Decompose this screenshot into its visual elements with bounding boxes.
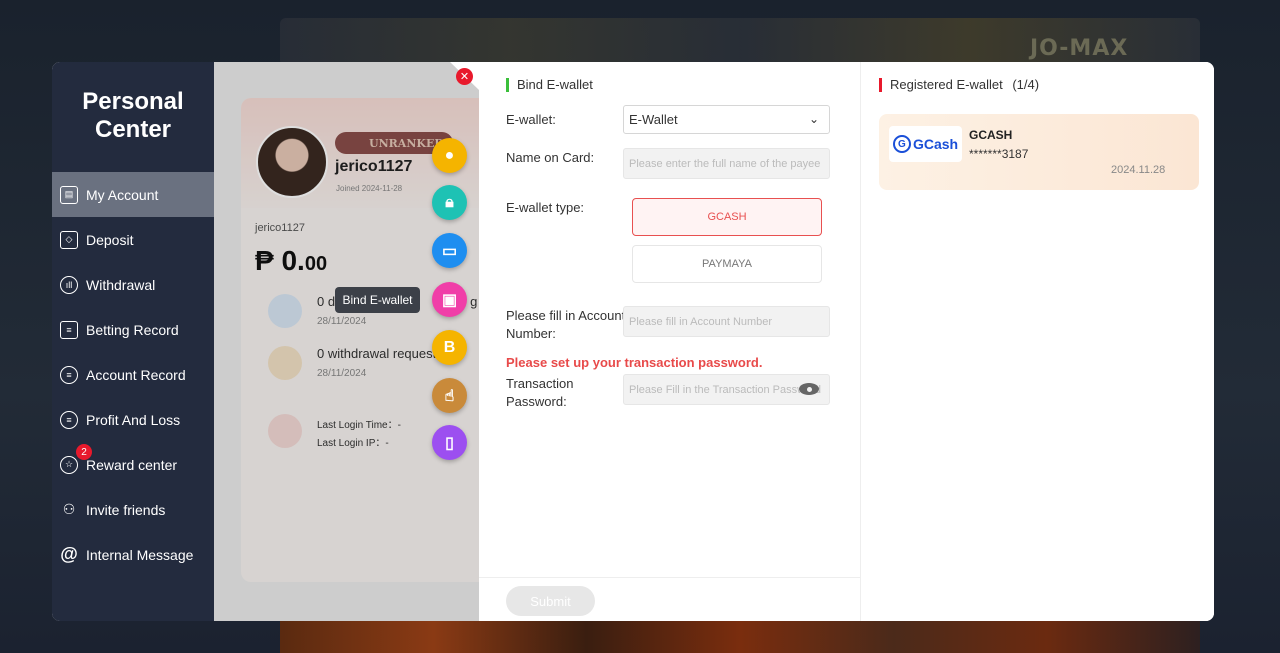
invite-icon: ⚇ [62, 501, 76, 517]
security-bubble-button[interactable]: 🔒︎ [432, 185, 467, 220]
form-footer: Submit [479, 577, 860, 621]
sidebar-item-label: My Account [86, 186, 159, 203]
ewallet-date: 2024.11.28 [1111, 164, 1166, 176]
game-thumbnail-strip [280, 620, 1200, 653]
transaction-password-warning[interactable]: Please set up your transaction password. [506, 355, 762, 370]
chevron-down-icon: ⌄ [808, 112, 819, 126]
ewallet-bubble-button[interactable]: ▣ [432, 282, 467, 317]
transaction-password-label-line1: Transaction [506, 376, 574, 391]
bind-ewallet-tooltip: Bind E-wallet [335, 287, 420, 313]
brand-logo: JO-MAX [1030, 36, 1129, 61]
account-number-label-line1: Please fill in Account [506, 308, 626, 323]
sidebar-item-profit-loss[interactable]: ≡ Profit And Loss [52, 397, 214, 442]
deposit-icon: ◇ [60, 230, 78, 249]
bitcoin-icon: B [443, 338, 456, 356]
gcash-g-icon: G [892, 135, 911, 153]
eye-icon[interactable] [799, 383, 819, 395]
close-button[interactable]: ✕ [456, 68, 473, 85]
sidebar-item-label: Internal Message [86, 546, 194, 563]
profile-bubble-button[interactable]: ● [432, 138, 467, 173]
ewallet-select[interactable]: E-Wallet ⌄ [623, 105, 830, 134]
gcash-logo: G GCash [889, 126, 962, 162]
sidebar-item-label: Deposit [86, 231, 134, 248]
pointer-hand-icon: ☝︎ [444, 387, 455, 405]
sidebar-item-betting-record[interactable]: ≡ Betting Record [52, 307, 214, 352]
bank-card-icon: ▭ [441, 242, 458, 260]
sidebar-item-withdrawal[interactable]: ıll Withdrawal [52, 262, 214, 307]
submit-button[interactable]: Submit [506, 586, 595, 616]
sidebar-item-label: Withdrawal [86, 276, 156, 293]
transaction-password-label: Transaction Password: [506, 375, 573, 411]
keypad-bubble-button[interactable]: ☝︎ [432, 378, 467, 413]
sidebar: Personal Center ▤ My Account ◇ Deposit ı… [52, 62, 214, 621]
profit-loss-icon: ≡ [60, 410, 78, 429]
at-icon: @ [60, 544, 78, 564]
name-on-card-input[interactable]: Please enter the full name of the payee [623, 148, 830, 179]
sidebar-item-invite-friends[interactable]: ⚇ Invite friends [52, 487, 214, 532]
bind-ewallet-form: Bind E-wallet E-wallet: E-Wallet ⌄ Name … [479, 62, 860, 621]
reward-badge: 2 [76, 444, 92, 460]
sidebar-item-label: Betting Record [86, 321, 179, 338]
sidebar-item-label: Profit And Loss [86, 411, 181, 428]
sidebar-item-internal-message[interactable]: @ Internal Message [52, 532, 214, 577]
transaction-password-label-line2: Password: [506, 394, 567, 409]
ewallet-type-label: E-wallet type: [506, 200, 585, 215]
sidebar-item-reward-center[interactable]: ☆ 2 Reward center [52, 442, 214, 487]
account-icon: ▤ [60, 185, 78, 204]
ewallet-type-gcash-option[interactable]: GCASH [632, 198, 822, 236]
registered-ewallet-card[interactable]: G GCash GCASH *******3187 2024.11.28 [879, 114, 1199, 190]
personal-center-panel: Personal Center ▤ My Account ◇ Deposit ı… [52, 62, 1214, 621]
name-on-card-label: Name on Card: [506, 150, 595, 165]
sidebar-item-label: Invite friends [86, 501, 166, 518]
sidebar-title-line1: Personal [82, 88, 184, 115]
registered-title: Registered E-wallet (1/4) [879, 77, 1039, 92]
account-number-label-line2: Number: [506, 326, 556, 341]
account-number-input[interactable]: Please fill in Account Number [623, 306, 830, 337]
registered-count: (1/4) [1012, 77, 1040, 92]
sidebar-item-my-account[interactable]: ▤ My Account [52, 172, 214, 217]
form-section-title: Bind E-wallet [506, 77, 593, 92]
transaction-password-input[interactable]: Please Fill in the Transaction Password [623, 374, 830, 405]
bank-card-bubble-button[interactable]: ▭ [432, 233, 467, 268]
account-number-label: Please fill in Account Number: [506, 307, 625, 343]
betting-record-icon: ≡ [60, 320, 78, 339]
account-record-icon: ≡ [60, 365, 78, 384]
lock-icon: 🔒︎ [445, 193, 454, 211]
sidebar-item-account-record[interactable]: ≡ Account Record [52, 352, 214, 397]
sidebar-title-line2: Center [94, 116, 172, 143]
ewallet-select-value: E-Wallet [629, 112, 678, 127]
wallet-icon: ▣ [441, 291, 458, 309]
ewallet-number: *******3187 [969, 147, 1029, 161]
sidebar-item-deposit[interactable]: ◇ Deposit [52, 217, 214, 262]
mobile-icon: ▯ [445, 434, 454, 452]
ewallet-name: GCASH [969, 128, 1013, 142]
withdrawal-icon: ıll [60, 275, 78, 294]
registered-ewallets: Registered E-wallet (1/4) G GCash GCASH … [860, 62, 1214, 621]
gcash-logo-text: GCash [912, 136, 959, 152]
sidebar-item-label: Reward center [86, 456, 178, 473]
registered-title-text: Registered E-wallet [890, 77, 1003, 92]
transaction-password-placeholder: Please Fill in the Transaction Password [629, 383, 821, 396]
close-icon: ✕ [459, 71, 470, 83]
crypto-bubble-button[interactable]: B [432, 330, 467, 365]
mobile-bubble-button[interactable]: ▯ [432, 425, 467, 460]
sidebar-item-label: Account Record [86, 366, 186, 383]
reward-icon: ☆ [60, 455, 78, 474]
ewallet-type-paymaya-option[interactable]: PAYMAYA [632, 245, 822, 283]
ewallet-label: E-wallet: [506, 112, 556, 127]
sidebar-title: Personal Center [52, 62, 214, 172]
person-icon: ● [444, 146, 455, 164]
